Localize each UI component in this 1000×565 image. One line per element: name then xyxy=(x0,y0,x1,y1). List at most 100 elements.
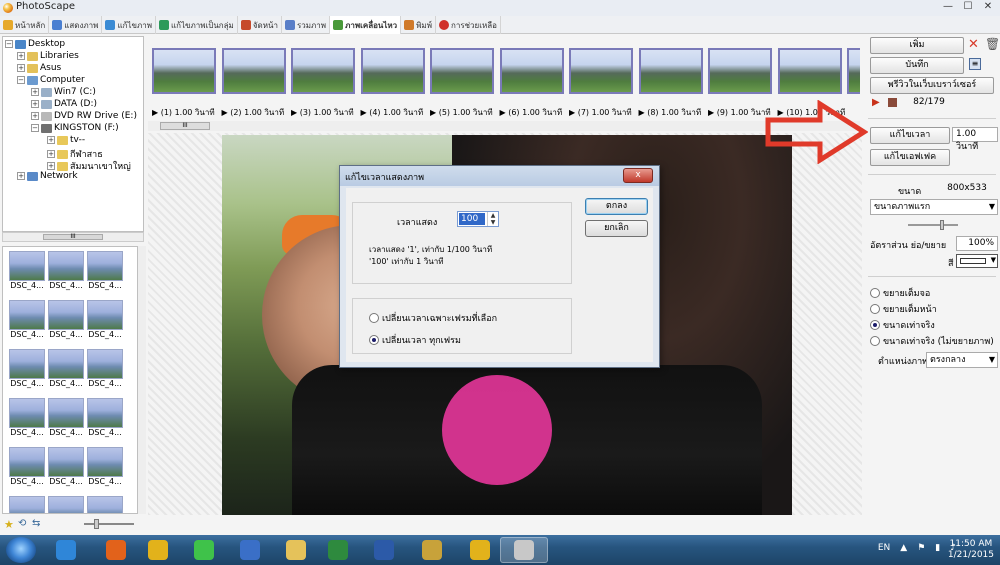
thumbnail-item[interactable]: DSC_4... xyxy=(87,496,123,513)
zoom-slider[interactable] xyxy=(908,220,958,230)
thumbnail-item[interactable]: DSC_4... xyxy=(9,300,45,339)
tree-item-asus[interactable]: + Asus xyxy=(17,63,61,73)
tray-expand-icon[interactable]: ▲ xyxy=(900,543,907,553)
thumbnail-item[interactable]: DSC_4... xyxy=(87,349,123,388)
expand-icon[interactable]: + xyxy=(31,100,39,108)
tab-print[interactable]: พิมพ์ xyxy=(401,16,436,34)
frame-thumbnail[interactable] xyxy=(708,48,772,94)
thumbnail-item[interactable]: DSC_4... xyxy=(9,496,45,513)
edit-effect-button[interactable]: แก้ไขเอฟเฟค xyxy=(870,149,950,166)
tree-item-drive-c[interactable]: + Win7 (C:) xyxy=(31,87,96,97)
tree-item-drive-d[interactable]: + DATA (D:) xyxy=(31,99,97,109)
thumbnail-item[interactable]: DSC_4... xyxy=(9,349,45,388)
spinner-arrows-icon[interactable]: ▲ ▼ xyxy=(487,212,498,226)
tree-item-computer[interactable]: − Computer xyxy=(17,75,85,85)
frame-thumbnail[interactable] xyxy=(152,48,216,94)
scroll-thumb[interactable]: III xyxy=(160,122,210,130)
tree-item-drive-e[interactable]: + DVD RW Drive (E:) xyxy=(31,111,137,121)
taskbar-app[interactable] xyxy=(226,537,274,563)
clock[interactable]: 11:50 AM 1/21/2015 xyxy=(948,539,994,561)
thumbnail-item[interactable]: DSC_4... xyxy=(87,447,123,486)
thumbnail-item[interactable]: DSC_4... xyxy=(48,251,84,290)
frame-thumbnail[interactable] xyxy=(291,48,355,94)
expand-icon[interactable]: + xyxy=(17,52,25,60)
thumbnail-item[interactable]: DSC_4... xyxy=(9,398,45,437)
tab-batch[interactable]: แก้ไขภาพเป็นกลุ่ม xyxy=(156,16,238,34)
cancel-button[interactable]: ยกเลิก xyxy=(585,220,648,237)
collapse-icon[interactable]: − xyxy=(17,76,25,84)
expand-icon[interactable]: + xyxy=(47,162,55,170)
taskbar-app[interactable] xyxy=(272,537,320,563)
collapse-icon[interactable]: − xyxy=(31,124,39,132)
radio-fit-page[interactable]: ขยายเต็มหน้า xyxy=(870,302,937,316)
frame-thumbnail[interactable] xyxy=(360,48,425,94)
tree-scrollbar[interactable]: III xyxy=(2,232,144,242)
radio-actual-size[interactable]: ขนาดเท่าจริง xyxy=(870,318,935,332)
ok-button[interactable]: ตกลง xyxy=(585,198,648,215)
network-icon[interactable]: ▮ xyxy=(935,543,940,553)
stop-icon[interactable] xyxy=(888,98,897,107)
expand-icon[interactable]: + xyxy=(31,112,39,120)
frame-thumbnail[interactable] xyxy=(499,48,564,94)
preview-browser-button[interactable]: พรีวิวในเว็บเบราว์เซอร์ xyxy=(870,77,994,94)
slider-knob[interactable] xyxy=(94,519,99,529)
frame-thumbnail[interactable] xyxy=(430,48,494,94)
taskbar-app[interactable] xyxy=(500,537,548,563)
star-icon[interactable]: ★ xyxy=(4,518,14,531)
thumbnail-item[interactable]: DSC_4... xyxy=(48,349,84,388)
tree-item-drive-f[interactable]: − KINGSTON (F:) xyxy=(31,123,119,133)
thumbnail-item[interactable]: DSC_4... xyxy=(9,251,45,290)
tab-editor[interactable]: แก้ไขภาพ xyxy=(102,16,156,34)
thumbnail-item[interactable]: DSC_4... xyxy=(9,447,45,486)
dialog-close-button[interactable]: x xyxy=(623,168,653,183)
color-picker[interactable]: ▼ xyxy=(956,254,998,268)
thumbnail-item[interactable]: DSC_4... xyxy=(48,300,84,339)
trash-icon[interactable]: 🗑 xyxy=(985,37,1000,51)
taskbar-app[interactable] xyxy=(134,537,182,563)
filter-icon[interactable]: ⇆ xyxy=(32,518,40,529)
frame-label[interactable]: ▶ (8) 1.00 วินาที xyxy=(639,106,702,119)
expand-icon[interactable]: + xyxy=(17,172,25,180)
time-spinner[interactable]: 100 ▲ ▼ xyxy=(457,211,499,227)
tab-home[interactable]: หน้าหลัก xyxy=(0,16,50,34)
slider-knob[interactable] xyxy=(940,220,944,230)
frame-thumbnail[interactable] xyxy=(221,48,286,94)
play-icon[interactable]: ▶ xyxy=(872,97,880,108)
tree-item-network[interactable]: + Network xyxy=(17,171,78,181)
ratio-value[interactable]: 100% xyxy=(956,236,998,251)
frame-label[interactable]: ▶ (6) 1.00 วินาที xyxy=(500,106,563,119)
thumbnail-size-slider[interactable] xyxy=(84,519,134,529)
frame-thumbnail[interactable] xyxy=(638,48,703,94)
position-select[interactable]: ตรงกลาง ▼ xyxy=(926,352,998,368)
close-button[interactable]: ✕ xyxy=(980,0,996,14)
tree-item-desktop[interactable]: − Desktop xyxy=(5,39,65,49)
expand-icon[interactable]: + xyxy=(47,150,55,158)
tab-animated-gif[interactable]: ภาพเคลื่อนไหว xyxy=(330,16,402,34)
thumbnail-item[interactable]: DSC_4... xyxy=(48,496,84,513)
radio-actual-no-enlarge[interactable]: ขนาดเท่าจริง (ไม่ขยายภาพ) xyxy=(870,334,994,348)
frame-thumbnail[interactable] xyxy=(847,48,860,94)
size-mode-select[interactable]: ขนาดภาพแรก ▼ xyxy=(870,199,998,215)
radio-selected-frames[interactable]: เปลี่ยนเวลาเฉพาะเฟรมที่เลือก xyxy=(369,311,497,325)
tab-help[interactable]: การช่วยเหลือ xyxy=(436,16,501,34)
frame-label[interactable]: ▶ (1) 1.00 วินาที xyxy=(152,106,215,119)
time-spinner-value[interactable]: 100 xyxy=(459,213,485,225)
maximize-button[interactable]: ☐ xyxy=(960,0,976,14)
frame-thumbnail[interactable] xyxy=(569,48,633,94)
tree-item-folder[interactable]: + tv-- xyxy=(47,135,85,145)
collapse-icon[interactable]: − xyxy=(5,40,13,48)
frame-label[interactable]: ▶ (2) 1.00 วินาที xyxy=(222,106,285,119)
list-icon[interactable]: ≡ xyxy=(969,58,981,70)
thumbnail-item[interactable]: DSC_4... xyxy=(48,447,84,486)
taskbar-app[interactable] xyxy=(314,537,362,563)
frame-thumbnail[interactable] xyxy=(777,48,842,94)
rotate-icon[interactable]: ⟲ xyxy=(18,518,26,529)
thumbnail-item[interactable]: DSC_4... xyxy=(87,398,123,437)
language-indicator[interactable]: EN xyxy=(878,543,890,553)
frame-strip-scrollbar[interactable]: III xyxy=(148,121,860,131)
tree-item-libraries[interactable]: + Libraries xyxy=(17,51,79,61)
save-button[interactable]: บันทึก xyxy=(870,57,964,74)
thumbnail-item[interactable]: DSC_4... xyxy=(48,398,84,437)
radio-fit-screen[interactable]: ขยายเต็มจอ xyxy=(870,286,930,300)
taskbar-app[interactable] xyxy=(360,537,408,563)
